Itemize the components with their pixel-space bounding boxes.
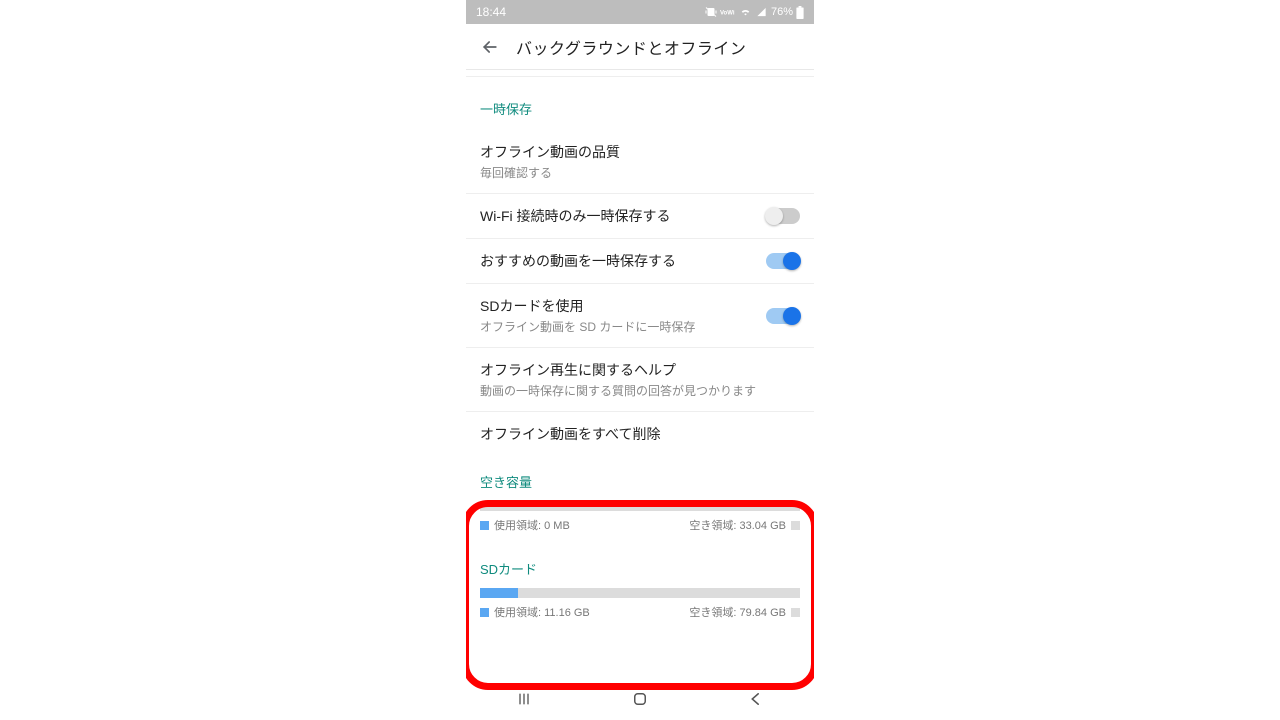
storage-internal-bar: [480, 501, 800, 511]
row-title: オフライン動画をすべて削除: [480, 424, 800, 444]
row-offline-help[interactable]: オフライン再生に関するヘルプ 動画の一時保存に関する質問の回答が見つかります: [466, 348, 814, 412]
row-subtitle: オフライン動画を SD カードに一時保存: [480, 318, 754, 335]
truncated-previous-row: [466, 70, 814, 77]
status-icons: VoWi 76%: [705, 6, 804, 19]
svg-text:VoWi: VoWi: [720, 11, 735, 17]
storage-sdcard-used-label: 使用領域: 11.16 GB: [494, 604, 590, 620]
row-title: オフライン再生に関するヘルプ: [480, 360, 800, 380]
battery-percent: 76%: [771, 6, 793, 18]
nav-recents-button[interactable]: [504, 686, 544, 712]
toggle-recommend-download[interactable]: [766, 253, 800, 269]
toggle-wifi-only[interactable]: [766, 208, 800, 224]
vowifi-icon: VoWi: [720, 7, 736, 17]
free-swatch-icon: [791, 521, 800, 530]
system-nav-bar: [466, 686, 814, 720]
chevron-left-icon: [747, 690, 765, 708]
row-wifi-only[interactable]: Wi-Fi 接続時のみ一時保存する: [466, 194, 814, 239]
row-offline-quality[interactable]: オフライン動画の品質 毎回確認する: [466, 130, 814, 194]
row-title: SDカードを使用: [480, 296, 754, 316]
app-bar: バックグラウンドとオフライン: [466, 24, 814, 70]
storage-internal-legend: 使用領域: 0 MB 空き領域: 33.04 GB: [480, 517, 800, 533]
arrow-left-icon: [480, 37, 500, 57]
signal-icon: [755, 7, 768, 17]
storage-internal-free-label: 空き領域: 33.04 GB: [689, 517, 786, 533]
row-title: おすすめの動画を一時保存する: [480, 251, 754, 271]
storage-sdcard: SDカード 使用領域: 11.16 GB 空き領域: 79.84 GB: [466, 549, 814, 630]
status-time: 18:44: [476, 5, 506, 19]
settings-list[interactable]: 一時保存 オフライン動画の品質 毎回確認する Wi-Fi 接続時のみ一時保存する…: [466, 70, 814, 630]
recents-icon: [515, 691, 533, 707]
nav-home-button[interactable]: [620, 686, 660, 712]
storage-internal-title: 空き容量: [480, 472, 800, 491]
used-swatch-icon: [480, 521, 489, 530]
status-bar: 18:44 VoWi 76%: [466, 0, 814, 24]
storage-internal: 空き容量 使用領域: 0 MB 空き領域: 33.04 GB: [466, 462, 814, 543]
wifi-icon: [739, 7, 752, 17]
row-subtitle: 動画の一時保存に関する質問の回答が見つかります: [480, 382, 800, 399]
used-swatch-icon: [480, 608, 489, 617]
storage-sdcard-free-label: 空き領域: 79.84 GB: [689, 604, 786, 620]
storage-sdcard-bar: [480, 588, 800, 598]
section-header-temp-save: 一時保存: [466, 77, 814, 130]
toggle-use-sdcard[interactable]: [766, 308, 800, 324]
battery-icon: [796, 6, 804, 19]
row-subtitle: 毎回確認する: [480, 164, 800, 181]
phone-screen: 18:44 VoWi 76% バックグラウンドとオフライン 一時保存 オフライン…: [466, 0, 814, 720]
page-title: バックグラウンドとオフライン: [516, 35, 746, 59]
home-icon: [631, 690, 649, 708]
row-title: Wi-Fi 接続時のみ一時保存する: [480, 206, 754, 226]
row-delete-all-offline[interactable]: オフライン動画をすべて削除: [466, 412, 814, 456]
storage-sdcard-title: SDカード: [480, 559, 800, 578]
storage-sdcard-used-bar: [480, 588, 518, 598]
row-title: オフライン動画の品質: [480, 142, 800, 162]
nav-back-button[interactable]: [736, 686, 776, 712]
vibrate-icon: [705, 6, 717, 18]
back-button[interactable]: [470, 27, 510, 67]
row-use-sdcard[interactable]: SDカードを使用 オフライン動画を SD カードに一時保存: [466, 284, 814, 348]
row-recommend-download[interactable]: おすすめの動画を一時保存する: [466, 239, 814, 284]
storage-sdcard-legend: 使用領域: 11.16 GB 空き領域: 79.84 GB: [480, 604, 800, 620]
free-swatch-icon: [791, 608, 800, 617]
storage-internal-used-label: 使用領域: 0 MB: [494, 517, 570, 533]
